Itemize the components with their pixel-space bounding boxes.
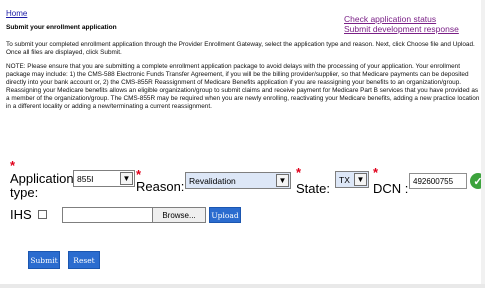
submit-button[interactable]: Submit [28, 251, 60, 269]
state-select[interactable]: TX ▼ [335, 171, 369, 188]
page-title: Submit your enrollment application [6, 24, 117, 31]
submit-development-link[interactable]: Submit development response [344, 24, 459, 34]
required-mark: * [373, 165, 379, 180]
check-status-link[interactable]: Check application status [344, 14, 459, 24]
chevron-down-icon: ▼ [354, 173, 367, 186]
reason-value: Revalidation [189, 175, 236, 186]
home-link[interactable]: Home [6, 9, 27, 18]
ihs-label: IHS [10, 207, 32, 222]
note-text: NOTE: Please ensure that you are submitt… [6, 63, 480, 111]
app-type-value: 855I [77, 173, 94, 184]
vertical-scrollbar[interactable] [481, 0, 485, 288]
state-label: State: [296, 181, 330, 196]
app-type-select[interactable]: 855I ▼ [73, 170, 135, 187]
horizontal-scrollbar[interactable] [0, 284, 485, 288]
state-value: TX [339, 174, 350, 185]
app-type-label: Application type: [10, 171, 74, 200]
dcn-input[interactable]: 492600755 [409, 173, 467, 189]
upload-button[interactable]: Upload [209, 207, 241, 223]
enrollment-page: Home Submit your enrollment application … [0, 0, 485, 288]
required-mark: * [296, 165, 302, 180]
reason-label: Reason: [136, 179, 185, 194]
right-links: Check application status Submit developm… [344, 14, 459, 34]
dcn-label: DCN : [373, 181, 409, 196]
instructions-text: To submit your completed enrollment appl… [6, 41, 475, 57]
ihs-checkbox[interactable] [38, 210, 47, 219]
reset-button[interactable]: Reset [68, 251, 100, 269]
chevron-down-icon: ▼ [120, 172, 133, 185]
chevron-down-icon: ▼ [276, 174, 289, 187]
reason-select[interactable]: Revalidation ▼ [185, 172, 291, 189]
required-mark: * [10, 158, 16, 173]
browse-button[interactable]: Browse... [152, 207, 206, 223]
